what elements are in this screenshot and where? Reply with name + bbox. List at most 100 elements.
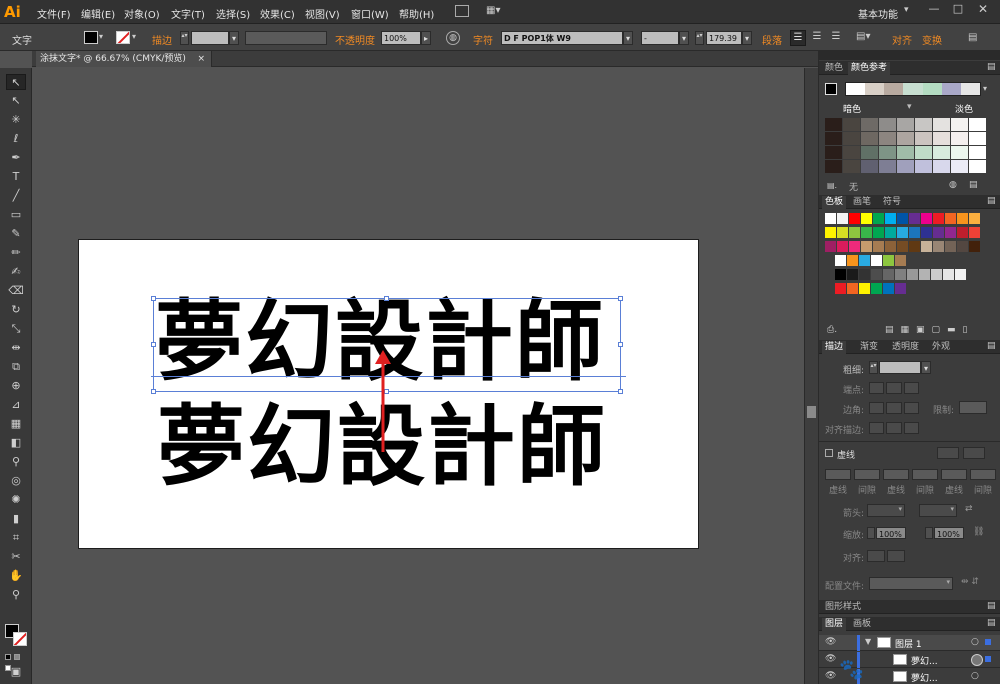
guide-swatch[interactable] bbox=[933, 118, 950, 131]
guide-swatch[interactable] bbox=[861, 160, 878, 173]
color-swatch[interactable] bbox=[859, 255, 870, 266]
selection-handle[interactable] bbox=[618, 389, 623, 394]
menu-help[interactable]: 帮助(H) bbox=[399, 6, 434, 21]
color-swatch[interactable] bbox=[861, 227, 872, 238]
tab-gradient[interactable]: 渐变 bbox=[857, 341, 881, 354]
gradient-tool-icon[interactable]: ◧ bbox=[6, 435, 26, 451]
panel-menu-icon[interactable]: ▤ bbox=[987, 196, 996, 206]
guide-swatch[interactable] bbox=[969, 160, 986, 173]
color-swatch[interactable] bbox=[825, 227, 836, 238]
color-swatch[interactable] bbox=[825, 241, 836, 252]
menu-select[interactable]: 选择(S) bbox=[216, 6, 250, 21]
guide-swatch[interactable] bbox=[933, 160, 950, 173]
gap-field-2[interactable] bbox=[912, 469, 938, 480]
color-swatch[interactable] bbox=[837, 241, 848, 252]
blend-tool-icon[interactable]: ◎ bbox=[6, 473, 26, 489]
color-swatch[interactable] bbox=[919, 269, 930, 280]
swap-arrowheads-icon[interactable]: ⇄ bbox=[965, 504, 973, 514]
color-swatch[interactable] bbox=[969, 241, 980, 252]
chevron-down-icon[interactable]: ▾ bbox=[907, 102, 912, 112]
artboard[interactable]: 夢幻設計師 夢幻設計師 bbox=[78, 239, 699, 549]
width-tool-icon[interactable]: ⇹ bbox=[6, 340, 26, 356]
harmony-rule-strip[interactable] bbox=[845, 82, 981, 96]
color-swatch[interactable] bbox=[847, 255, 858, 266]
guide-swatch[interactable] bbox=[969, 146, 986, 159]
weight-stepper[interactable]: ▴▾ bbox=[869, 361, 878, 374]
swatch-grid[interactable] bbox=[825, 213, 985, 325]
tab-artboards[interactable]: 画板 bbox=[850, 618, 874, 631]
color-guide-grid[interactable] bbox=[825, 118, 989, 176]
color-swatch[interactable] bbox=[895, 269, 906, 280]
edit-colors-icon[interactable]: ◍ bbox=[949, 180, 957, 190]
sublayer-name[interactable]: 夢幻... bbox=[911, 671, 938, 684]
target-icon[interactable] bbox=[971, 654, 983, 666]
selection-handle[interactable] bbox=[618, 296, 623, 301]
guide-swatch[interactable] bbox=[897, 132, 914, 145]
brush-definition-dropdown[interactable] bbox=[245, 31, 327, 45]
color-swatch[interactable] bbox=[907, 269, 918, 280]
scale-a-field[interactable]: 100% bbox=[876, 527, 906, 539]
target-icon[interactable]: ○ bbox=[971, 637, 979, 647]
tab-color-guide[interactable]: 颜色参考 bbox=[848, 62, 891, 75]
hand-tool-icon[interactable]: ✋ bbox=[6, 568, 26, 584]
cap-buttons[interactable] bbox=[869, 382, 919, 394]
start-arrowhead-dropdown[interactable]: ▾ bbox=[867, 504, 905, 517]
layer-name[interactable]: 图层 1 bbox=[895, 637, 922, 650]
stroke-stepper[interactable]: ▴▾ bbox=[180, 31, 189, 45]
save-group-icon[interactable]: ▤ bbox=[969, 180, 978, 190]
menu-view[interactable]: 视图(V) bbox=[305, 6, 340, 21]
guide-swatch[interactable] bbox=[825, 118, 842, 131]
color-swatch[interactable] bbox=[895, 255, 906, 266]
color-swatch[interactable] bbox=[969, 213, 980, 224]
close-icon[interactable]: ✕ bbox=[970, 2, 996, 18]
link-scale-icon[interactable]: ⛓ bbox=[973, 527, 984, 537]
guide-swatch[interactable] bbox=[933, 132, 950, 145]
panel-menu-icon[interactable]: ▤ bbox=[968, 32, 977, 43]
guide-swatch[interactable] bbox=[951, 146, 968, 159]
corner-buttons[interactable] bbox=[869, 402, 919, 414]
harmony-swatch[interactable] bbox=[884, 83, 904, 95]
guide-swatch[interactable] bbox=[969, 118, 986, 131]
free-transform-tool-icon[interactable]: ⧉ bbox=[6, 359, 26, 375]
guide-swatch[interactable] bbox=[861, 132, 878, 145]
harmony-swatch[interactable] bbox=[922, 83, 942, 95]
color-swatch[interactable] bbox=[955, 269, 966, 280]
panel-menu-icon[interactable]: ▤ bbox=[987, 618, 996, 628]
align-stroke-buttons[interactable] bbox=[869, 422, 919, 434]
blob-brush-tool-icon[interactable]: ✍ bbox=[6, 264, 26, 280]
scale-tool-icon[interactable]: ⤡ bbox=[6, 321, 26, 337]
color-swatch[interactable] bbox=[933, 227, 944, 238]
harmony-swatch[interactable] bbox=[903, 83, 923, 95]
tab-graphic-styles[interactable]: 图形样式 bbox=[822, 601, 864, 614]
selection-indicator-icon[interactable] bbox=[985, 656, 991, 662]
tab-brushes[interactable]: 画笔 bbox=[850, 196, 874, 209]
color-swatch[interactable] bbox=[945, 241, 956, 252]
menu-effect[interactable]: 效果(C) bbox=[260, 6, 295, 21]
color-swatch[interactable] bbox=[825, 213, 836, 224]
chevron-down-icon[interactable]: ▾ bbox=[742, 31, 752, 45]
lasso-tool-icon[interactable]: ℓ bbox=[6, 131, 26, 147]
flip-profile-icon[interactable]: ⇹ ⇵ bbox=[961, 577, 979, 587]
color-swatch[interactable] bbox=[895, 283, 906, 294]
bridge-icon[interactable] bbox=[455, 5, 469, 17]
color-swatch[interactable] bbox=[883, 283, 894, 294]
guide-swatch[interactable] bbox=[861, 118, 878, 131]
panel-menu-icon[interactable]: ▤ bbox=[987, 341, 996, 351]
color-swatch[interactable] bbox=[957, 241, 968, 252]
stroke-color-icon[interactable] bbox=[13, 632, 27, 646]
shape-builder-tool-icon[interactable]: ⊕ bbox=[6, 378, 26, 394]
tab-color[interactable]: 颜色 bbox=[822, 62, 846, 75]
guide-swatch[interactable] bbox=[915, 132, 932, 145]
guide-swatch[interactable] bbox=[879, 132, 896, 145]
guide-swatch[interactable] bbox=[843, 146, 860, 159]
profile-dropdown[interactable]: ▾ bbox=[869, 577, 953, 590]
chevron-down-icon[interactable]: ▾ bbox=[99, 32, 103, 41]
color-swatch[interactable] bbox=[945, 213, 956, 224]
tab-swatches[interactable]: 色板 bbox=[822, 196, 847, 209]
guide-swatch[interactable] bbox=[843, 118, 860, 131]
color-swatch[interactable] bbox=[885, 241, 896, 252]
align-right-icon[interactable]: ☰ bbox=[828, 30, 844, 46]
pencil-tool-icon[interactable]: ✏ bbox=[6, 245, 26, 261]
screen-mode-icon[interactable]: ▣ bbox=[6, 664, 26, 680]
selection-indicator-icon[interactable] bbox=[985, 639, 991, 645]
